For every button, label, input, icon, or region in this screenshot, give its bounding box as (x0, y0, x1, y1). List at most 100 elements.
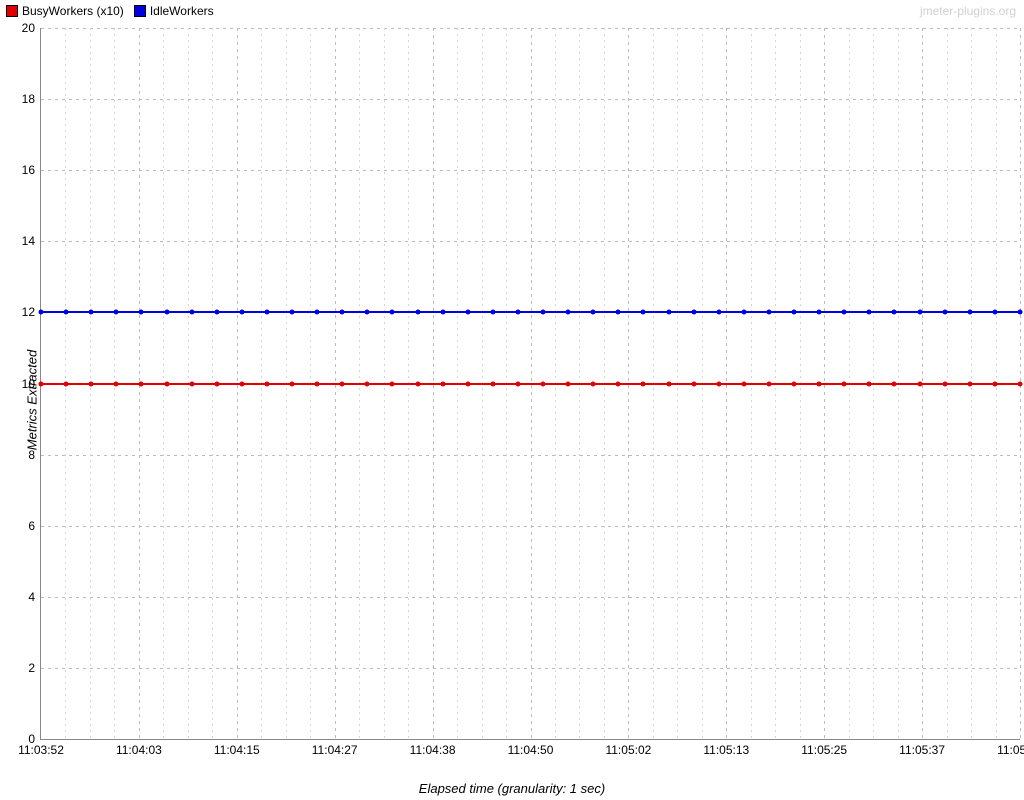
data-point (892, 381, 897, 386)
data-point (967, 310, 972, 315)
data-point (892, 310, 897, 315)
x-tick-label: 11:05:37 (899, 743, 945, 757)
series-line (41, 383, 1020, 385)
data-point (616, 381, 621, 386)
data-point (867, 310, 872, 315)
data-point (89, 381, 94, 386)
data-point (264, 381, 269, 386)
data-point (164, 381, 169, 386)
y-axis-label: Metrics Extracted (25, 350, 40, 450)
data-point (616, 310, 621, 315)
data-point (792, 310, 797, 315)
data-point (64, 381, 69, 386)
y-tick-label: 4 (28, 590, 35, 604)
legend-label: IdleWorkers (150, 4, 214, 18)
data-point (490, 310, 495, 315)
y-tick-label: 16 (22, 163, 35, 177)
x-tick-label: 11:04:15 (214, 743, 260, 757)
x-tick-label: 11:04:38 (410, 743, 456, 757)
y-tick-label: 6 (28, 519, 35, 533)
data-point (641, 381, 646, 386)
data-point (867, 381, 872, 386)
data-point (440, 381, 445, 386)
data-point (566, 310, 571, 315)
data-point (214, 310, 219, 315)
data-point (315, 381, 320, 386)
legend-swatch-icon (134, 5, 146, 17)
x-tick-label: 11:04:27 (312, 743, 358, 757)
data-point (515, 381, 520, 386)
data-point (340, 310, 345, 315)
x-tick-label: 11:04:03 (116, 743, 162, 757)
data-point (440, 310, 445, 315)
data-point (39, 310, 44, 315)
x-tick-label: 11:05:13 (703, 743, 749, 757)
data-point (541, 310, 546, 315)
data-point (942, 381, 947, 386)
plot-area-wrap: 0246810121416182011:03:5211:04:0311:04:1… (40, 28, 1020, 758)
y-tick-label: 14 (22, 234, 35, 248)
chart-legend: BusyWorkers (x10) IdleWorkers (6, 4, 214, 18)
data-point (515, 310, 520, 315)
x-tick-label: 11:03:52 (18, 743, 64, 757)
data-point (942, 310, 947, 315)
legend-item-busyworkers: BusyWorkers (x10) (6, 4, 124, 18)
data-point (992, 381, 997, 386)
x-tick-label: 11:05:02 (605, 743, 651, 757)
data-point (541, 381, 546, 386)
data-point (114, 310, 119, 315)
legend-swatch-icon (6, 5, 18, 17)
data-point (766, 381, 771, 386)
y-tick-label: 2 (28, 661, 35, 675)
data-point (64, 310, 69, 315)
data-point (315, 310, 320, 315)
data-point (365, 310, 370, 315)
y-tick-label: 10 (22, 377, 35, 391)
data-point (666, 310, 671, 315)
data-point (716, 310, 721, 315)
data-point (290, 381, 295, 386)
data-point (290, 310, 295, 315)
data-point (415, 310, 420, 315)
data-point (264, 310, 269, 315)
data-point (591, 310, 596, 315)
y-tick-label: 20 (22, 21, 35, 35)
x-tick-label: 11:04:50 (508, 743, 554, 757)
data-point (340, 381, 345, 386)
data-point (189, 381, 194, 386)
data-point (842, 381, 847, 386)
y-tick-label: 12 (22, 305, 35, 319)
data-point (666, 381, 671, 386)
y-tick-label: 8 (28, 448, 35, 462)
data-point (792, 381, 797, 386)
data-point (842, 310, 847, 315)
data-point (716, 381, 721, 386)
data-point (365, 381, 370, 386)
data-point (214, 381, 219, 386)
data-point (691, 310, 696, 315)
data-point (89, 310, 94, 315)
data-point (239, 310, 244, 315)
data-point (566, 381, 571, 386)
plot-area: 0246810121416182011:03:5211:04:0311:04:1… (40, 28, 1020, 740)
legend-item-idleworkers: IdleWorkers (134, 4, 214, 18)
data-point (817, 381, 822, 386)
data-point (741, 381, 746, 386)
data-point (967, 381, 972, 386)
data-point (114, 381, 119, 386)
data-point (164, 310, 169, 315)
data-point (691, 381, 696, 386)
legend-label: BusyWorkers (x10) (22, 4, 124, 18)
data-point (465, 310, 470, 315)
data-point (139, 310, 144, 315)
data-point (1018, 381, 1023, 386)
data-point (766, 310, 771, 315)
data-point (415, 381, 420, 386)
data-point (390, 310, 395, 315)
data-point (239, 381, 244, 386)
watermark-text: jmeter-plugins.org (920, 4, 1016, 18)
data-point (641, 310, 646, 315)
data-point (591, 381, 596, 386)
x-tick-label: 11:05:25 (801, 743, 847, 757)
data-point (917, 310, 922, 315)
